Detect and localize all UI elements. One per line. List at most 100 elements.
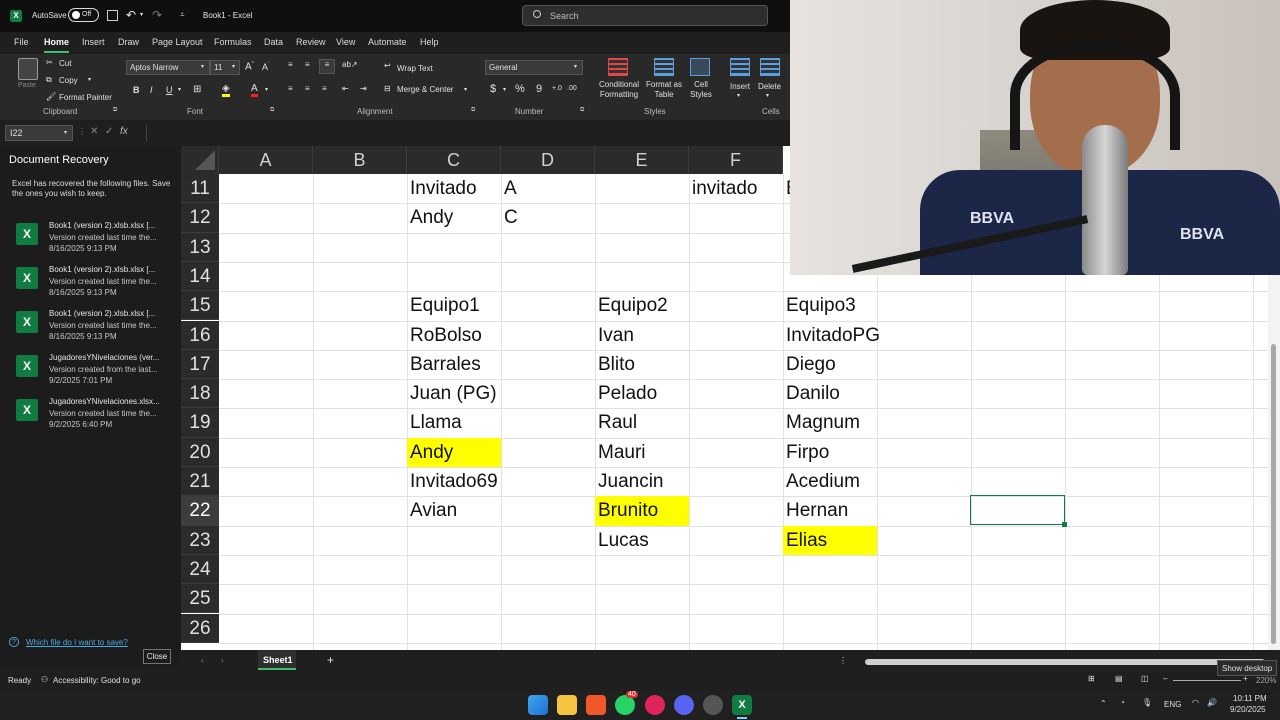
normal-view-icon[interactable]: ⊞ — [1088, 674, 1095, 683]
media-player-icon[interactable] — [645, 695, 665, 715]
currency-button[interactable]: $ — [490, 83, 496, 95]
row-header-26[interactable]: 26 — [181, 613, 219, 643]
fill-color-icon[interactable]: ◈ — [222, 83, 230, 97]
network-tray-icon[interactable]: ◔ — [1120, 698, 1125, 707]
format-as-table-button[interactable]: Format as Table — [644, 80, 684, 100]
comma-button[interactable]: 9 — [536, 83, 542, 95]
customize-qat-icon[interactable]: ⩡ — [180, 10, 185, 20]
borders-icon[interactable]: ⊞ — [193, 84, 201, 95]
recovery-item[interactable]: X JugadoresYNivelaciones (ver... Version… — [16, 353, 176, 397]
bold-button[interactable]: B — [133, 85, 140, 95]
delete-dropdown-icon[interactable]: ▾ — [766, 92, 769, 99]
cell-g15[interactable]: Equipo3 — [783, 291, 877, 320]
cancel-entry-icon[interactable]: ✕ — [90, 126, 98, 137]
row-header-22[interactable]: 22 — [181, 496, 219, 526]
tab-draw[interactable]: Draw — [118, 37, 139, 47]
scrollbar-thumb[interactable] — [1271, 344, 1276, 644]
italic-button[interactable]: I — [150, 85, 153, 95]
cell-styles-button[interactable]: Cell Styles — [684, 80, 718, 100]
xbox-app-icon[interactable] — [703, 695, 723, 715]
underline-button[interactable]: U — [166, 85, 173, 95]
row-header-18[interactable]: 18 — [181, 379, 219, 409]
undo-dropdown-icon[interactable]: ▾ — [140, 11, 143, 18]
format-painter-button[interactable]: Format Painter — [59, 93, 112, 102]
cell-c21[interactable]: Invitado69 — [407, 467, 501, 496]
row-header-11[interactable]: 11 — [181, 174, 219, 204]
cell-e17[interactable]: Blito — [595, 350, 689, 379]
cut-button[interactable]: Cut — [59, 59, 71, 68]
cell-g22[interactable]: Hernan — [783, 496, 877, 525]
cell-e21[interactable]: Juancin — [595, 467, 689, 496]
row-header-24[interactable]: 24 — [181, 554, 219, 585]
more-options-icon[interactable]: ⋮ — [839, 656, 847, 665]
page-layout-view-icon[interactable]: ▤ — [1115, 674, 1123, 683]
number-format-select[interactable]: General ▾ — [485, 60, 583, 75]
tab-insert[interactable]: Insert — [82, 37, 105, 47]
column-header-e[interactable]: E — [595, 146, 689, 174]
row-header-14[interactable]: 14 — [181, 261, 219, 292]
autosave-toggle[interactable]: Off — [68, 8, 99, 22]
whatsapp-icon[interactable] — [615, 695, 635, 715]
zoom-level[interactable]: 220% — [1256, 676, 1276, 685]
recovery-item[interactable]: X JugadoresYNivelaciones.xlsx... Version… — [16, 397, 176, 441]
active-cell-indicator[interactable] — [970, 495, 1065, 525]
search-box[interactable]: Search — [522, 5, 768, 26]
increase-decimal-icon[interactable]: +.0 — [552, 85, 562, 92]
add-sheet-button[interactable]: + — [327, 653, 334, 667]
cell-c19[interactable]: Llama — [407, 408, 501, 437]
cell-e20[interactable]: Mauri — [595, 438, 689, 467]
orientation-icon[interactable]: ab↗ — [342, 60, 358, 69]
font-color-icon[interactable]: A — [251, 83, 258, 97]
recovery-item[interactable]: X Book1 (version 2).xlsb.xlsx [... Versi… — [16, 265, 176, 309]
cell-g20[interactable]: Firpo — [783, 438, 877, 467]
excel-taskbar-icon[interactable]: X — [732, 695, 752, 715]
insert-dropdown-icon[interactable]: ▾ — [737, 92, 740, 99]
wrap-text-button[interactable]: Wrap Text — [397, 64, 433, 73]
decrease-font-icon[interactable]: Aˇ — [262, 62, 270, 72]
next-sheet-icon[interactable]: › — [221, 656, 224, 665]
align-right-icon[interactable]: ≡ — [322, 84, 327, 93]
brave-browser-icon[interactable] — [586, 695, 606, 715]
percent-button[interactable]: % — [515, 83, 525, 95]
tab-file[interactable]: File — [14, 37, 29, 47]
select-all-corner[interactable] — [181, 146, 219, 174]
row-header-25[interactable]: 25 — [181, 584, 219, 614]
cell-f11[interactable]: invitado — [689, 174, 783, 203]
cell-e23[interactable]: Lucas — [595, 526, 689, 555]
more-options-icon[interactable]: ⋮ — [78, 127, 86, 136]
cell-c16[interactable]: RoBolso — [407, 321, 501, 350]
cell-d12[interactable]: C — [501, 203, 595, 232]
decrease-indent-icon[interactable]: ⇤ — [342, 84, 349, 93]
tray-chevron-icon[interactable]: ⌃ — [1100, 699, 1107, 708]
align-left-icon[interactable]: ≡ — [288, 84, 293, 93]
column-header-a[interactable]: A — [219, 146, 313, 174]
row-header-19[interactable]: 19 — [181, 408, 219, 438]
delete-cells-icon[interactable] — [760, 58, 780, 76]
conditional-formatting-button[interactable]: Conditional Formatting — [596, 80, 642, 100]
tab-review[interactable]: Review — [296, 37, 326, 47]
page-break-view-icon[interactable]: ◫ — [1141, 674, 1149, 683]
font-color-dropdown-icon[interactable]: ▾ — [265, 86, 268, 93]
cell-c22[interactable]: Avian — [407, 496, 501, 525]
align-center-icon[interactable]: ≡ — [305, 84, 310, 93]
cell-e15[interactable]: Equipo2 — [595, 291, 689, 320]
row-header-21[interactable]: 21 — [181, 467, 219, 497]
discord-icon[interactable] — [674, 695, 694, 715]
paste-icon[interactable] — [18, 58, 38, 80]
row-header-17[interactable]: 17 — [181, 349, 219, 380]
tab-automate[interactable]: Automate — [368, 37, 407, 47]
align-middle-icon[interactable]: ≡ — [305, 60, 310, 69]
insert-function-icon[interactable]: fx — [120, 126, 128, 137]
copy-icon[interactable]: ⧉ — [46, 75, 52, 85]
tab-help[interactable]: Help — [420, 37, 439, 47]
dialog-launcher-icon[interactable]: ⧉ — [113, 107, 117, 114]
microphone-tray-icon[interactable]: 🎙 — [1142, 698, 1152, 707]
cell-c15[interactable]: Equipo1 — [407, 291, 501, 320]
language-indicator[interactable]: ENG — [1164, 700, 1181, 709]
insert-cells-button[interactable]: Insert — [730, 82, 750, 91]
cell-c12[interactable]: Andy — [407, 203, 501, 232]
decrease-decimal-icon[interactable]: .00 — [567, 85, 577, 92]
confirm-entry-icon[interactable]: ✓ — [105, 126, 113, 137]
recovery-item[interactable]: X Book1 (version 2).xlsb.xlsx [... Versi… — [16, 309, 176, 353]
merge-dropdown-icon[interactable]: ▾ — [464, 86, 467, 93]
